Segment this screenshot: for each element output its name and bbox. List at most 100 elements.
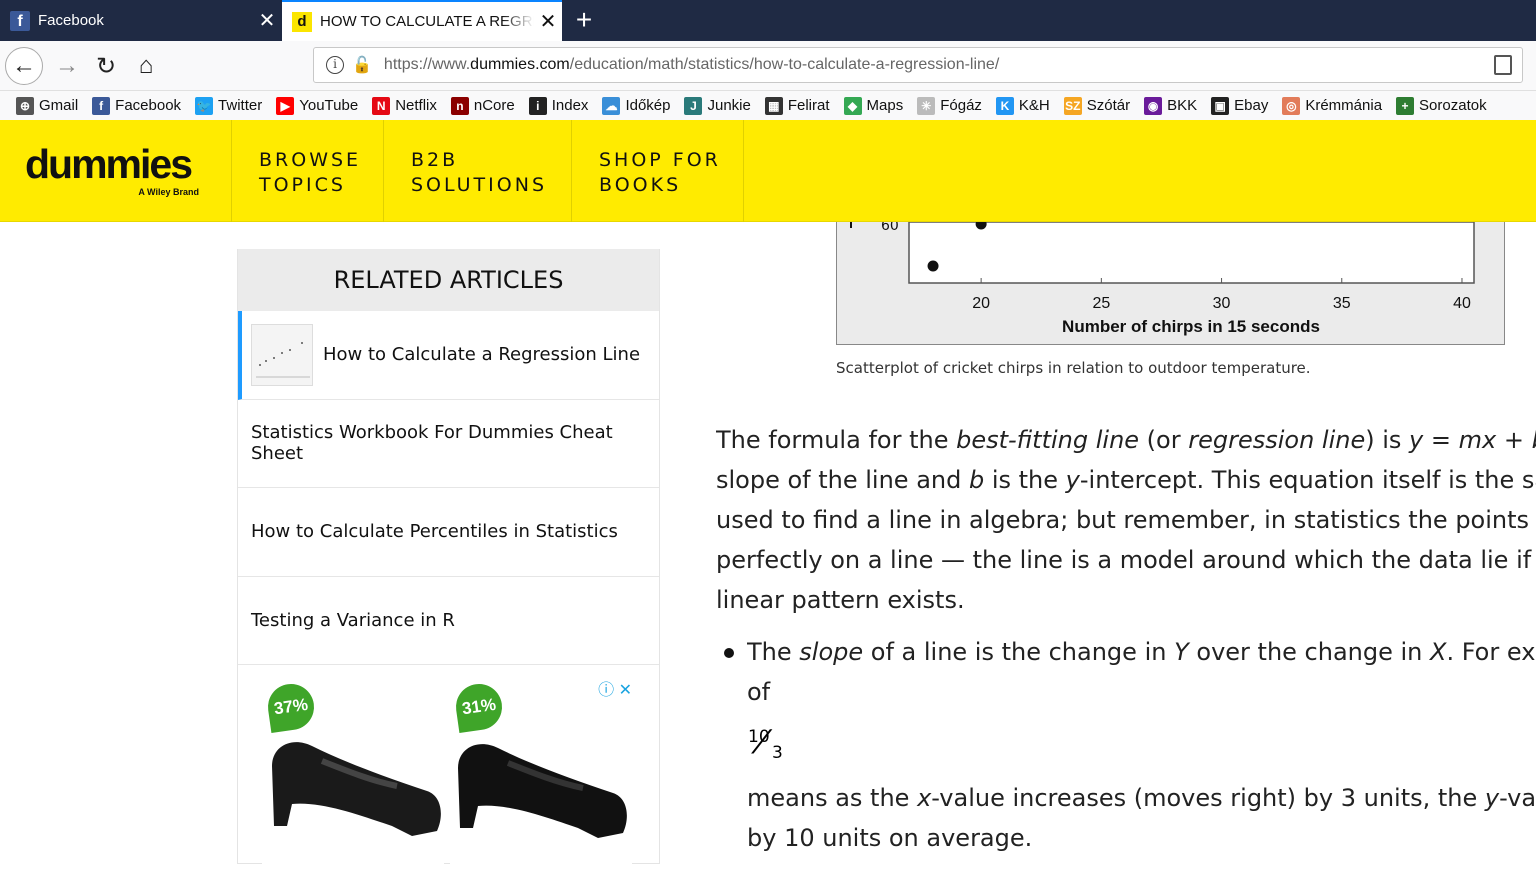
globe-icon: ⊕	[16, 96, 34, 115]
bookmark-label: K&H	[1018, 97, 1050, 114]
back-button[interactable]: ←	[5, 47, 43, 85]
text-run: -value increases (moves right) by 3 unit…	[931, 784, 1485, 812]
bookmark-kr-mm-nia[interactable]: ◎ Krémmánia	[1282, 96, 1383, 115]
bookmark-index[interactable]: i Index	[528, 96, 588, 115]
navigation-toolbar: ← → ↻ ⌂ i 🔓 https://www. dummies.com/educ…	[0, 41, 1536, 91]
x-axis-label: Number of chirps in 15 seconds	[1062, 317, 1320, 336]
maps-icon: ◆	[843, 96, 862, 115]
bullet-line: The slope of a line is the change in Y o…	[747, 632, 1536, 672]
scatter-point	[927, 260, 939, 272]
fraction-denominator: 3	[772, 743, 783, 763]
related-article-title: How to Calculate a Regression Line	[323, 344, 641, 366]
bullet-dot	[724, 648, 734, 658]
article-body: The formula for the best-fitting line (o…	[716, 420, 1536, 620]
szotar-icon: SZ	[1063, 96, 1082, 115]
text-run: of a line is the change in	[863, 638, 1175, 666]
bookmark-ebay[interactable]: ▣ Ebay	[1211, 96, 1268, 115]
ad-product[interactable]: 31%	[450, 676, 632, 864]
bookmark-id-k-p[interactable]: ☁ Időkép	[602, 96, 670, 115]
text-run: -intercept. This equation itself is the …	[1079, 466, 1536, 494]
article-line: by 10 units on average.	[747, 824, 1033, 852]
home-button[interactable]: ⌂	[127, 47, 165, 85]
italic-text: y	[1065, 466, 1080, 494]
bookmark-maps[interactable]: ◆ Maps	[843, 96, 904, 115]
bookmark-junkie[interactable]: J Junkie	[684, 96, 751, 115]
x-tick-label: 25	[1092, 295, 1110, 312]
nav-b2b-solutions[interactable]: B2B SOLUTIONS	[383, 120, 572, 222]
bookmarks-bar: ⊕ Gmail f Facebook 🐦 Twitter ▶ YouTube N Netflix n…	[0, 91, 1536, 120]
ncore-icon: n	[450, 96, 469, 115]
text-run: slope of the line and	[716, 466, 969, 494]
related-article-link[interactable]: Testing a Variance in R	[238, 577, 659, 665]
bookmark-facebook[interactable]: f Facebook	[92, 96, 181, 115]
italic-text: y	[1484, 784, 1500, 812]
new-tab-button[interactable]: +	[568, 4, 600, 36]
ad-info-close-icon[interactable]: ⓘ ✕	[598, 676, 632, 700]
bookmark-twitter[interactable]: 🐦 Twitter	[195, 96, 262, 115]
italic-text: mx	[1458, 426, 1497, 454]
film-icon: ▦	[764, 96, 783, 115]
nav-shop-for-books[interactable]: SHOP FOR BOOKS	[571, 120, 744, 222]
bookmark-gmail[interactable]: ⊕ Gmail	[16, 96, 78, 115]
twitter-icon: 🐦	[195, 96, 214, 115]
ad-product[interactable]: 37%	[262, 676, 444, 864]
facebook-icon: f	[10, 10, 30, 31]
close-icon[interactable]: ✕	[534, 9, 562, 34]
reload-button[interactable]: ↻	[87, 47, 125, 85]
italic-text: best-fitting line	[956, 426, 1140, 454]
text-run: is the	[984, 466, 1066, 494]
italic-text: slope	[799, 638, 864, 666]
index-icon: i	[528, 96, 547, 115]
close-icon[interactable]: ✕	[253, 8, 281, 33]
tab-bar: f Facebook ✕ d HOW TO CALCULATE A REGRES…	[0, 0, 1536, 41]
forward-button[interactable]: →	[48, 47, 86, 85]
info-icon[interactable]: i	[326, 56, 344, 74]
bookmark-ncore[interactable]: n nCore	[450, 96, 515, 115]
kh-icon: K	[995, 96, 1014, 115]
reload-icon: ↻	[95, 52, 117, 80]
text-run: . For example, a slope	[1446, 638, 1536, 666]
bookmark-netflix[interactable]: N Netflix	[372, 96, 437, 115]
url-bar[interactable]: i 🔓 https://www. dummies.com/education/ma…	[313, 47, 1523, 83]
bookmark-k-h[interactable]: K K&H	[995, 96, 1050, 115]
bookmark-youtube[interactable]: ▶ YouTube	[276, 96, 359, 115]
bookmark-label: YouTube	[299, 97, 359, 114]
bookmark-label: Fógáz	[940, 97, 982, 114]
related-article-link[interactable]: How to Calculate Percentiles in Statisti…	[238, 488, 659, 577]
nav-label: BROWSE	[259, 149, 362, 171]
bookmark-label: Krémmánia	[1305, 97, 1383, 114]
related-article-link[interactable]: How to Calculate a Regression Line	[238, 311, 659, 400]
lock-warning-icon[interactable]: 🔓	[352, 55, 372, 75]
tab-facebook[interactable]: f Facebook ✕	[0, 0, 281, 41]
nav-label: SOLUTIONS	[411, 174, 547, 196]
bookmark-sz-t-r[interactable]: SZ Szótár	[1063, 96, 1131, 115]
x-tick-label: 40	[1453, 295, 1471, 312]
bullet-line: of	[747, 678, 771, 706]
nav-browse-topics[interactable]: BROWSE TOPICS	[231, 120, 384, 222]
bookmark-label: Maps	[866, 97, 904, 114]
italic-text: x	[917, 784, 932, 812]
article-line: linear pattern exists.	[716, 586, 965, 614]
sorozatok-icon: +	[1396, 96, 1415, 115]
text-run: =	[1423, 426, 1459, 454]
dummies-logo[interactable]: dummies A Wiley Brand	[25, 142, 207, 202]
tab-dummies[interactable]: d HOW TO CALCULATE A REGRESSION LINE ✕	[282, 0, 562, 41]
bookmark-sorozatok[interactable]: + Sorozatok	[1396, 96, 1487, 115]
url-domain: dummies.com	[470, 56, 570, 73]
y-tick-label: 60	[881, 222, 899, 234]
text-run: The	[747, 638, 800, 666]
reader-view-icon[interactable]	[1494, 55, 1512, 75]
fraction: 10 ⁄ 3	[748, 723, 788, 767]
italic-text: y	[1409, 426, 1424, 454]
bookmark-label: Szótár	[1086, 97, 1131, 114]
related-article-link[interactable]: Statistics Workbook For Dummies Cheat Sh…	[238, 400, 659, 488]
site-header: dummies A Wiley Brand BROWSE TOPICS B2B …	[0, 120, 1536, 222]
kremmania-icon: ◎	[1282, 96, 1301, 115]
nav-label: B2B	[411, 149, 459, 171]
bookmark-bkk[interactable]: ◉ BKK	[1144, 96, 1197, 115]
bookmark-felirat[interactable]: ▦ Felirat	[764, 96, 830, 115]
article-continuation: means as the x-value increases (moves ri…	[747, 778, 1536, 858]
shoe-advertisement[interactable]: 37% 31% ⓘ ✕	[262, 676, 634, 864]
nav-label: SHOP FOR	[599, 149, 721, 171]
bookmark-f-g-z[interactable]: ✳ Fógáz	[917, 96, 982, 115]
